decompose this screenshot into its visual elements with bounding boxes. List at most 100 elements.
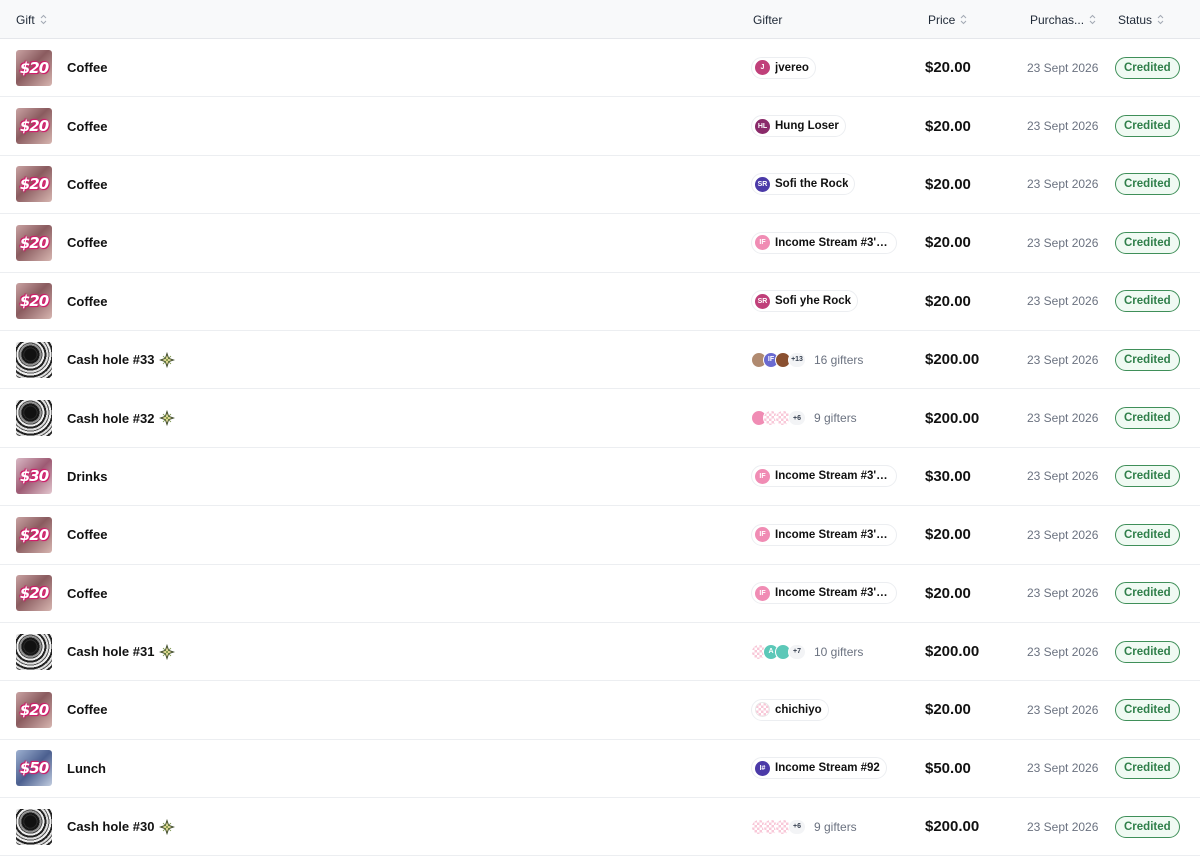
price-cell: $200.00 <box>925 389 979 446</box>
table-row[interactable]: Cash hole #30 +6 9 gifters $200.00 23 Sep… <box>0 798 1200 857</box>
table-row[interactable]: $20 Coffee IF Income Stream #3's... $20.0… <box>0 214 1200 273</box>
more-gifters-badge: +6 <box>788 818 806 835</box>
gift-name[interactable]: Coffee <box>67 60 107 75</box>
gift-name[interactable]: Lunch <box>67 761 106 776</box>
status-badge: Credited <box>1115 56 1180 79</box>
column-header-purchased[interactable]: Purchas... <box>1030 0 1096 39</box>
gifter-pill[interactable]: IF Income Stream #3's... <box>751 465 897 488</box>
gifter-pill[interactable]: SR Sofi yhe Rock <box>751 290 859 313</box>
price-cell: $50.00 <box>925 740 971 797</box>
gift-name[interactable]: Coffee <box>67 177 107 192</box>
gift-cell <box>16 798 52 855</box>
gifter-pill[interactable]: SR Sofi the Rock <box>751 173 856 196</box>
gifter-avatar: J <box>755 60 770 76</box>
gifter-cell: IF Income Stream #3's... <box>751 565 897 622</box>
gift-name-cell: Coffee <box>67 97 107 154</box>
gifters-avatar-stack[interactable]: +6 <box>751 818 806 835</box>
gifter-pill[interactable]: IF Income Stream #3's... <box>751 231 897 254</box>
gifter-pill[interactable]: I# Income Stream #92 <box>751 757 887 780</box>
price-value: $200.00 <box>925 818 980 836</box>
gift-thumbnail <box>16 633 52 670</box>
gifter-name: Income Stream #3's... <box>775 528 890 541</box>
table-row[interactable]: $20 Coffee chichiyo $20.00 23 Sept 2026 … <box>0 681 1200 740</box>
column-header-price[interactable]: Price <box>928 0 967 39</box>
price-value: $20.00 <box>925 234 971 252</box>
more-gifters-badge: +6 <box>788 410 806 427</box>
price-value: $30.00 <box>925 467 971 485</box>
gift-name[interactable]: Coffee <box>67 586 107 601</box>
gift-name[interactable]: Coffee <box>67 527 107 542</box>
gifter-pill[interactable]: IF Income Stream #3's... <box>751 523 897 546</box>
gift-name[interactable]: Coffee <box>67 119 107 134</box>
gift-name[interactable]: Cash hole #31 <box>67 643 176 660</box>
price-value: $200.00 <box>925 409 980 427</box>
table-row[interactable]: $20 Coffee IF Income Stream #3's... $20.0… <box>0 565 1200 623</box>
gift-name[interactable]: Drinks <box>67 469 107 484</box>
status-badge: Credited <box>1115 523 1180 546</box>
gifter-cell: Jjvereo <box>751 39 816 96</box>
table-row[interactable]: $50 Lunch I# Income Stream #92 $50.00 23 … <box>0 740 1200 799</box>
gift-thumbnail-amount: $20 <box>19 292 49 311</box>
table-row[interactable]: $20 Coffee HL Hung Loser $20.00 23 Sept 2… <box>0 97 1200 156</box>
gift-name[interactable]: Cash hole #32 <box>67 410 176 427</box>
gift-name[interactable]: Coffee <box>67 702 107 717</box>
column-header-status[interactable]: Status <box>1118 0 1164 39</box>
gifter-cell: HL Hung Loser <box>751 97 846 154</box>
gift-cell: $50 <box>16 740 52 797</box>
gifters-avatar-stack[interactable]: A +7 <box>751 643 806 660</box>
purchased-cell: 23 Sept 2026 <box>1027 623 1098 680</box>
gifter-pill[interactable]: Jjvereo <box>751 56 816 79</box>
purchase-date: 23 Sept 2026 <box>1027 819 1099 834</box>
purchased-cell: 23 Sept 2026 <box>1027 156 1098 213</box>
table-row[interactable]: Cash hole #33 IF +13 16 gifters $200.00 23… <box>0 331 1200 390</box>
sort-icon[interactable] <box>1157 14 1164 26</box>
price-cell: $20.00 <box>925 214 971 271</box>
gift-thumbnail: $20 <box>16 283 52 320</box>
gift-cell: $20 <box>16 156 52 213</box>
gifter-pill[interactable]: chichiyo <box>751 698 829 721</box>
column-header-gift[interactable]: Gift <box>16 0 47 39</box>
column-header-status-label: Status <box>1118 12 1153 27</box>
price-value: $50.00 <box>925 759 971 777</box>
gift-thumbnail: $20 <box>16 516 52 553</box>
price-value: $20.00 <box>925 526 971 544</box>
gifters-avatar-stack[interactable]: IF +13 <box>751 351 806 368</box>
sort-icon[interactable] <box>1089 14 1096 26</box>
sort-icon[interactable] <box>960 14 967 26</box>
gift-name[interactable]: Cash hole #33 <box>67 351 176 368</box>
gifter-name: Income Stream #92 <box>775 762 880 775</box>
gifter-cell: IF +13 16 gifters <box>751 331 863 388</box>
gift-name[interactable]: Coffee <box>67 294 107 309</box>
table-row[interactable]: $30 Drinks IF Income Stream #3's... $30.0… <box>0 448 1200 507</box>
sort-icon[interactable] <box>40 14 47 26</box>
price-cell: $200.00 <box>925 798 979 855</box>
price-cell: $20.00 <box>925 565 971 622</box>
status-badge: Credited <box>1115 173 1180 196</box>
table-row[interactable]: $20 Coffee IF Income Stream #3's... $20.0… <box>0 506 1200 565</box>
table-row[interactable]: $20 Coffee SR Sofi yhe Rock $20.00 23 Sep… <box>0 273 1200 331</box>
status-cell: Credited <box>1115 506 1180 563</box>
gift-cell: $20 <box>16 39 52 96</box>
status-cell: Credited <box>1115 97 1180 154</box>
table-row[interactable]: Cash hole #31 A +7 10 gifters $200.00 23 S… <box>0 623 1200 682</box>
gifts-table: Gift Gifter Price Purchas... Status $20 … <box>0 0 1200 857</box>
status-badge: Credited <box>1115 465 1180 488</box>
table-row[interactable]: $20 Coffee SR Sofi the Rock $20.00 23 Sep… <box>0 156 1200 215</box>
gifters-avatar-stack[interactable]: +6 <box>751 410 806 427</box>
gift-thumbnail: $20 <box>16 49 52 86</box>
gifter-pill[interactable]: IF Income Stream #3's... <box>751 582 897 605</box>
sparkle-icon <box>159 351 176 368</box>
gifter-pill[interactable]: HL Hung Loser <box>751 115 846 138</box>
gifter-cell: IF Income Stream #3's... <box>751 506 897 563</box>
gift-cell <box>16 389 52 446</box>
table-row[interactable]: $20 Coffee Jjvereo $20.00 23 Sept 2026 C… <box>0 39 1200 98</box>
status-badge: Credited <box>1115 698 1180 721</box>
purchase-date: 23 Sept 2026 <box>1027 469 1099 484</box>
table-row[interactable]: Cash hole #32 +6 9 gifters $200.00 23 Sep… <box>0 389 1200 448</box>
gifters-count: 16 gifters <box>814 352 864 367</box>
gift-name[interactable]: Cash hole #30 <box>67 818 176 835</box>
purchase-date: 23 Sept 2026 <box>1027 235 1099 250</box>
purchase-date: 23 Sept 2026 <box>1027 294 1099 309</box>
gift-name[interactable]: Coffee <box>67 235 107 250</box>
gift-name-text: Lunch <box>67 760 106 776</box>
